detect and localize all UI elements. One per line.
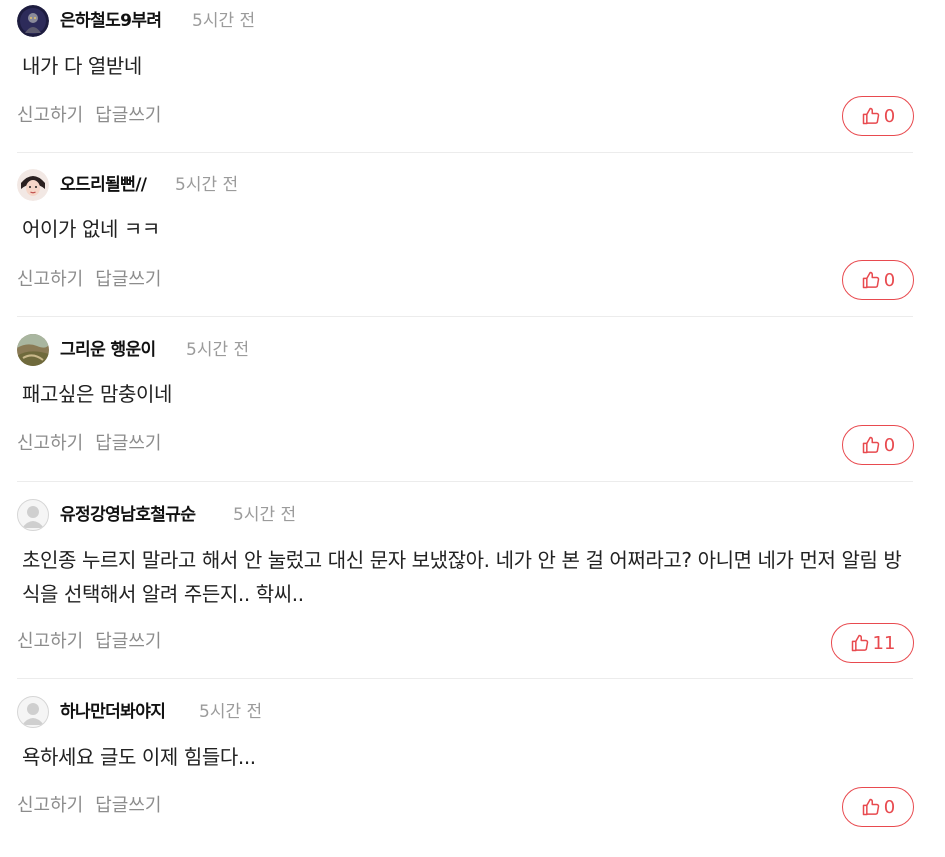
timestamp: 5시간 전 [192, 11, 256, 31]
nickname[interactable]: 하나만더봐야지 [60, 701, 166, 723]
comment-actions: 신고하기 답글쓰기 [17, 268, 162, 292]
divider [17, 481, 913, 482]
report-button[interactable]: 신고하기 [17, 105, 83, 126]
divider [17, 678, 913, 679]
report-button[interactable]: 신고하기 [17, 433, 83, 454]
like-count: 0 [883, 434, 896, 456]
reply-button[interactable]: 답글쓰기 [95, 105, 161, 126]
report-button[interactable]: 신고하기 [17, 795, 83, 816]
reply-button[interactable]: 답글쓰기 [95, 433, 161, 454]
thumbs-up-icon [851, 634, 868, 652]
comment-actions: 신고하기 답글쓰기 [17, 794, 162, 818]
comment-actions: 신고하기 답글쓰기 [17, 630, 162, 654]
user-avatar[interactable] [17, 696, 49, 728]
reply-button[interactable]: 답글쓰기 [95, 631, 161, 652]
divider [17, 316, 913, 317]
like-button[interactable]: 0 [842, 96, 914, 136]
divider [17, 152, 913, 153]
comment-text: 욕하세요 글도 이제 힘들다... [22, 745, 256, 769]
thumbs-up-icon [862, 436, 880, 454]
reply-button[interactable]: 답글쓰기 [95, 795, 161, 816]
comment-text: 초인종 누르지 말라고 해서 안 눌렀고 대신 문자 보냈잖아. 네가 안 본 … [22, 548, 902, 606]
comment-text: 내가 다 열받네 [22, 54, 142, 78]
nickname[interactable]: 오드리될뻔// [60, 174, 147, 196]
like-count: 0 [883, 105, 896, 127]
user-avatar[interactable] [17, 169, 49, 201]
nickname[interactable]: 은하철도9부려 [60, 10, 162, 32]
like-button[interactable]: 0 [842, 260, 914, 300]
user-avatar[interactable] [17, 334, 49, 366]
thumbs-up-icon [862, 107, 880, 125]
timestamp: 5시간 전 [233, 505, 297, 525]
reply-button[interactable]: 답글쓰기 [95, 269, 161, 290]
like-count: 11 [872, 632, 896, 654]
nickname[interactable]: 그리운 행운이 [60, 339, 156, 361]
timestamp: 5시간 전 [175, 175, 239, 195]
report-button[interactable]: 신고하기 [17, 631, 83, 652]
like-count: 0 [883, 269, 896, 291]
nickname[interactable]: 유정강영남호철규순 [60, 504, 196, 526]
comment-actions: 신고하기 답글쓰기 [17, 432, 162, 456]
user-avatar[interactable] [17, 5, 49, 37]
like-count: 0 [883, 796, 896, 818]
like-button[interactable]: 11 [831, 623, 914, 663]
comment-text: 어이가 없네 ㅋㅋ [22, 217, 160, 241]
thumbs-up-icon [862, 798, 880, 816]
like-button[interactable]: 0 [842, 425, 914, 465]
report-button[interactable]: 신고하기 [17, 269, 83, 290]
user-avatar[interactable] [17, 499, 49, 531]
timestamp: 5시간 전 [199, 702, 263, 722]
like-button[interactable]: 0 [842, 787, 914, 827]
timestamp: 5시간 전 [186, 340, 250, 360]
comment-text: 패고싶은 맘충이네 [22, 382, 172, 406]
thumbs-up-icon [862, 271, 880, 289]
comment-actions: 신고하기 답글쓰기 [17, 104, 162, 128]
